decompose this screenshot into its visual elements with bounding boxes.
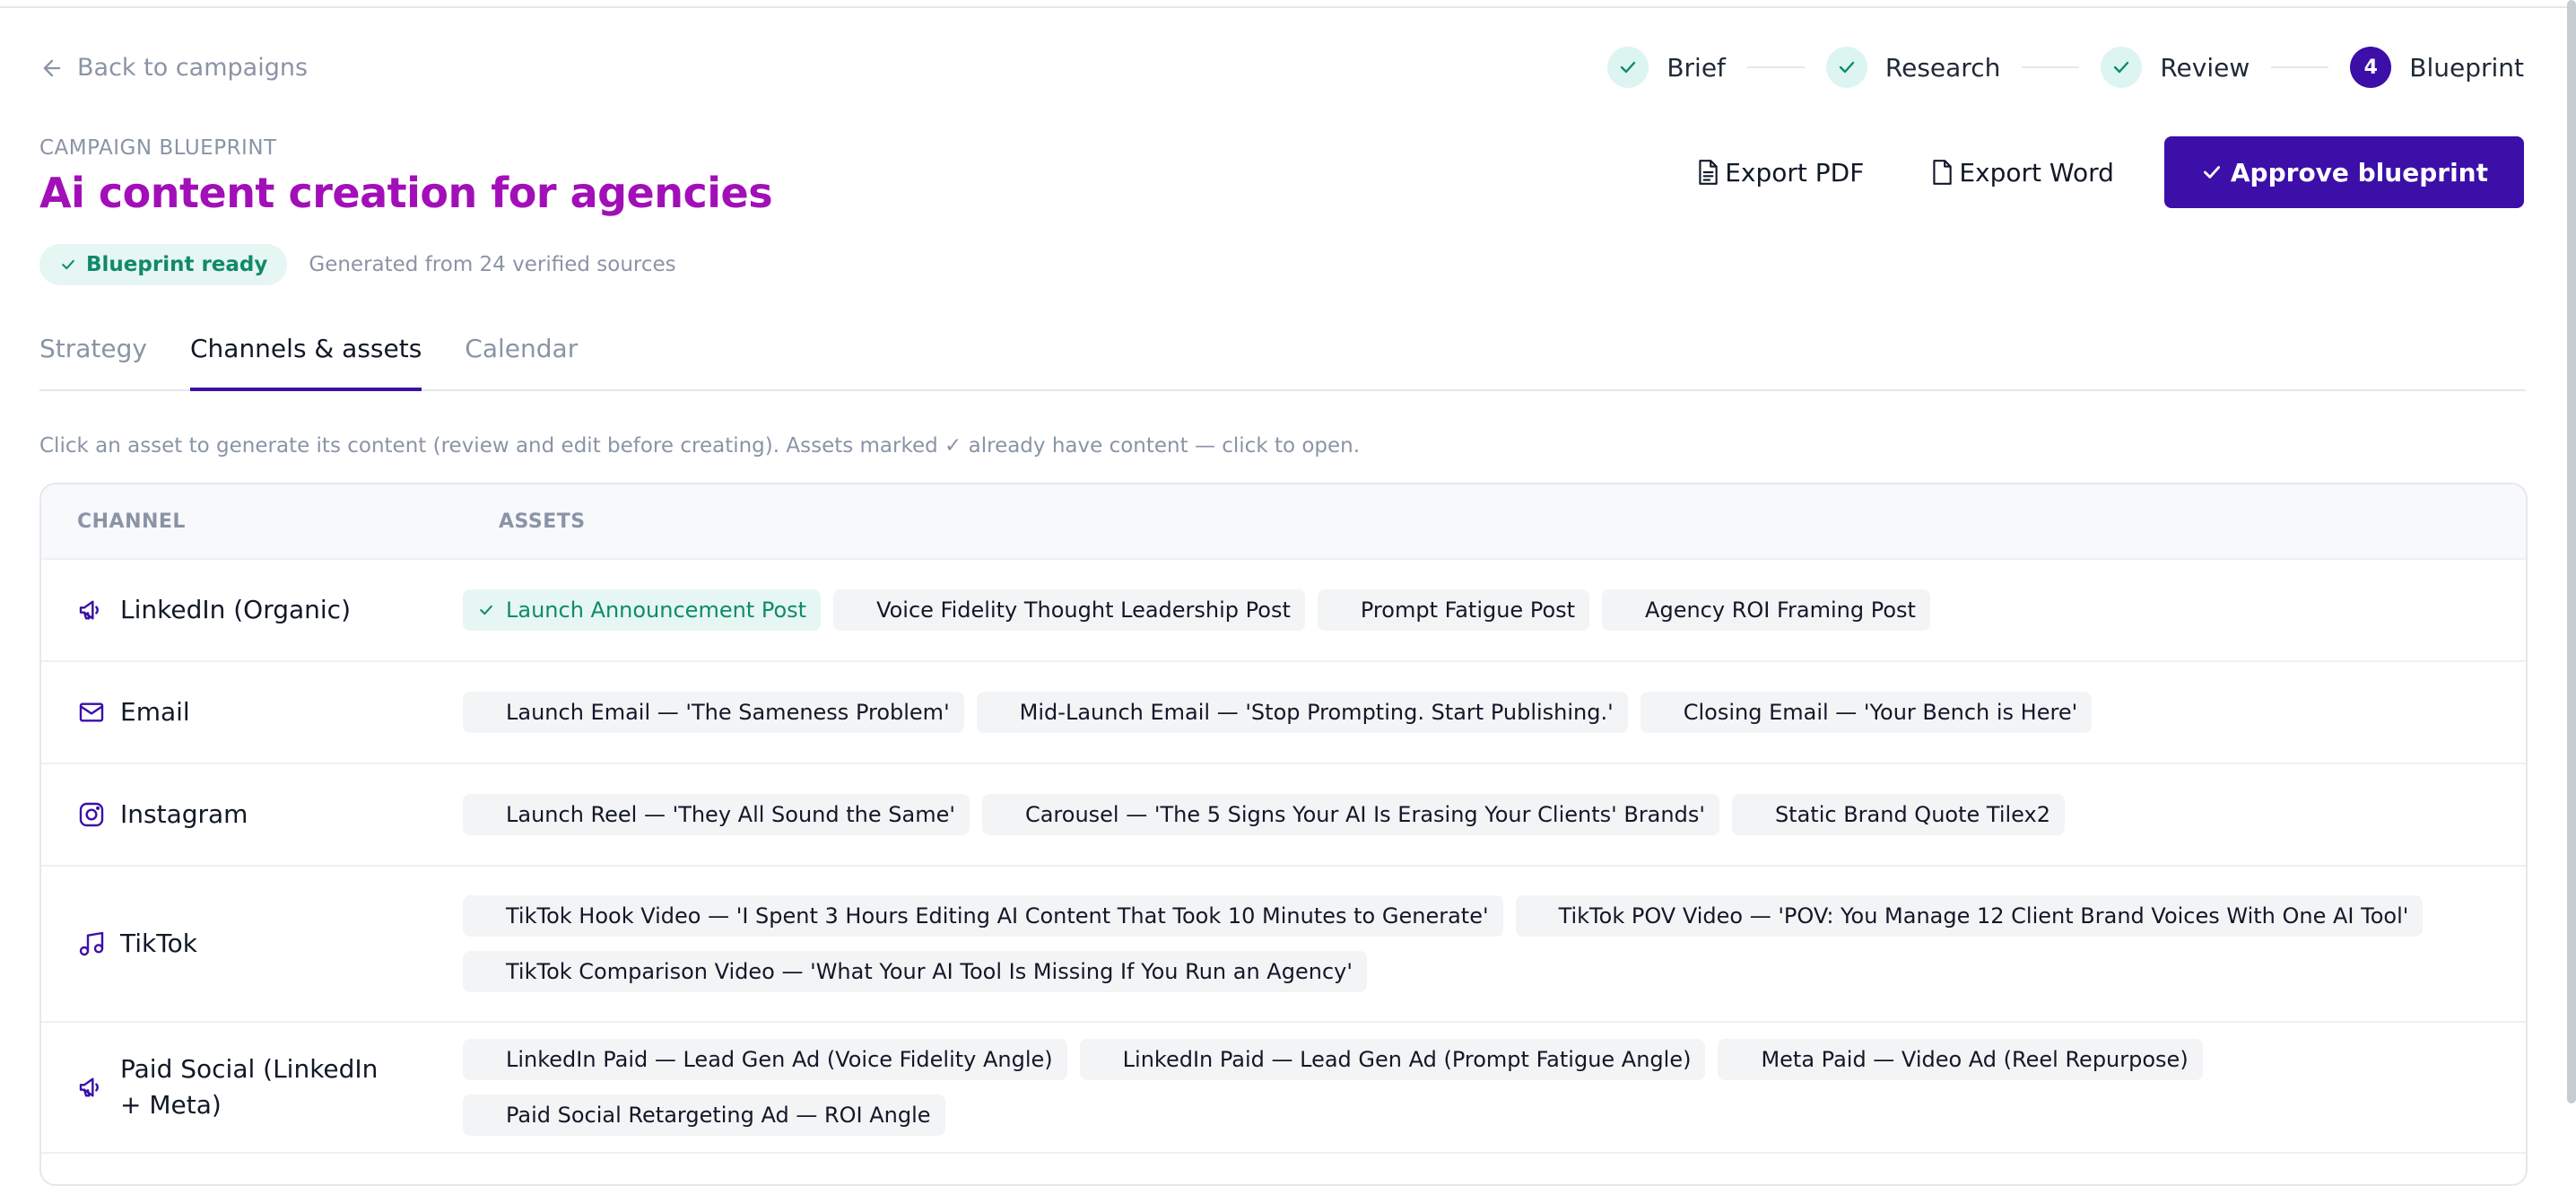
asset-list: LinkedIn Paid — Lead Gen Ad (Voice Fidel… [427,1039,2490,1136]
export-word-button[interactable]: Export Word [1914,136,2130,208]
channel-name: LinkedIn (Organic) [120,595,352,624]
page-scrollbar[interactable] [2567,0,2576,1103]
top-border [0,0,2576,8]
asset-chip[interactable]: Static Brand Quote Tilex2 [1731,794,2065,835]
export-word-label: Export Word [1959,157,2114,187]
step-connector [1746,66,1805,68]
step-connector [2271,66,2329,68]
asset-chip[interactable]: LinkedIn Paid — Lead Gen Ad (Prompt Fati… [1079,1039,1706,1080]
asset-chip[interactable]: Mid-Launch Email — 'Stop Prompting. Star… [976,692,1628,733]
check-icon [62,259,74,270]
page-eyebrow: CAMPAIGN BLUEPRINT [39,136,277,160]
table-row: TikTok TikTok Hook Video — 'I Spent 3 Ho… [41,867,2526,1023]
channel-name: Instagram [120,799,248,829]
column-header-channel: CHANNEL [77,510,186,533]
back-to-campaigns-link[interactable]: Back to campaigns [39,54,308,82]
megaphone-icon [79,600,99,620]
asset-chip[interactable]: Closing Email — 'Your Bench is Here' [1640,692,2093,733]
asset-chip[interactable]: TikTok Hook Video — 'I Spent 3 Hours Edi… [463,895,1503,937]
step-brief[interactable]: Brief [1607,47,1726,88]
tab-bar: Strategy Channels & assets Calendar [39,327,2526,391]
asset-chip[interactable]: Launch Email — 'The Sameness Problem' [463,692,964,733]
asset-chip[interactable]: Launch Announcement Post [463,589,822,631]
step-brief-check-icon [1607,47,1649,88]
asset-chip[interactable]: TikTok POV Video — 'POV: You Manage 12 C… [1515,895,2424,937]
mail-icon [79,702,104,722]
step-blueprint[interactable]: 4 Blueprint [2350,47,2524,88]
asset-list: TikTok Hook Video — 'I Spent 3 Hours Edi… [427,895,2490,992]
check-icon [2203,166,2220,179]
channels-assets-table: CHANNEL ASSETS LinkedIn (Organic) Launch… [39,483,2528,1186]
check-icon [480,605,492,615]
megaphone-icon [79,1077,99,1097]
asset-chip[interactable]: Carousel — 'The 5 Signs Your AI Is Erasi… [981,794,1719,835]
asset-chip[interactable]: Paid Social Retargeting Ad — ROI Angle [463,1094,945,1136]
status-badge: Blueprint ready [39,244,288,285]
instructions-text: Click an asset to generate its content (… [39,434,1361,458]
approve-label: Approve blueprint [2230,157,2488,187]
status-badge-label: Blueprint ready [86,253,268,276]
tab-calendar[interactable]: Calendar [465,327,578,388]
asset-chip[interactable]: Prompt Fatigue Post [1317,589,1590,631]
asset-chip[interactable]: Meta Paid — Video Ad (Reel Repurpose) [1718,1039,2203,1080]
channel-cell: TikTok [41,926,427,962]
channel-cell: LinkedIn (Organic) [41,592,427,628]
table-header: CHANNEL ASSETS [41,484,2526,560]
page-title: Ai content creation for agencies [39,169,773,217]
step-label: Research [1884,52,2001,83]
file-icon [1933,160,1953,185]
step-research-check-icon [1825,47,1867,88]
asset-label: Launch Announcement Post [506,597,807,623]
step-review[interactable]: Review [2101,47,2250,88]
table-row: LinkedIn (Organic) Launch Announcement P… [41,560,2526,662]
asset-chip[interactable]: TikTok Comparison Video — 'What Your AI … [463,951,1367,992]
channel-name: TikTok [120,929,197,958]
channel-name: Email [120,697,190,727]
step-label: Blueprint [2409,52,2524,83]
instagram-icon [79,802,104,827]
asset-list: Launch Reel — 'They All Sound the Same' … [427,794,2490,835]
asset-chip[interactable]: LinkedIn Paid — Lead Gen Ad (Voice Fidel… [463,1039,1067,1080]
step-research[interactable]: Research [1825,47,2001,88]
asset-list: Launch Email — 'The Sameness Problem' Mi… [427,692,2490,733]
arrow-left-icon [43,59,61,76]
asset-list: Launch Announcement Post Voice Fidelity … [427,589,2490,631]
table-row: Paid Social (LinkedIn + Meta) LinkedIn P… [41,1023,2526,1154]
header-actions: Export PDF Export Word Approve blueprint [1680,136,2524,208]
export-pdf-button[interactable]: Export PDF [1680,136,1880,208]
status-row: Blueprint ready Generated from 24 verifi… [39,244,676,285]
channel-cell: Instagram [41,797,427,833]
step-label: Brief [1667,52,1726,83]
asset-chip[interactable]: Voice Fidelity Thought Leadership Post [833,589,1305,631]
channel-name: Paid Social (LinkedIn + Meta) [120,1054,379,1120]
table-row: Instagram Launch Reel — 'They All Sound … [41,764,2526,867]
file-text-icon [1699,160,1718,185]
back-label: Back to campaigns [77,54,309,82]
sources-text: Generated from 24 verified sources [309,253,676,276]
asset-chip[interactable]: Launch Reel — 'They All Sound the Same' [463,794,970,835]
channel-cell: Paid Social (LinkedIn + Meta) [41,1051,427,1123]
channel-cell: Email [41,694,427,730]
step-label: Review [2160,52,2250,83]
tab-channels-assets[interactable]: Channels & assets [189,327,422,391]
progress-stepper: Brief Research Review 4 Blueprint [1607,47,2524,88]
asset-chip[interactable]: Agency ROI Framing Post [1602,589,1930,631]
table-row: Email Launch Email — 'The Sameness Probl… [41,662,2526,764]
step-number: 4 [2350,47,2392,88]
approve-blueprint-button[interactable]: Approve blueprint [2163,136,2524,208]
step-connector [2022,66,2080,68]
export-pdf-label: Export PDF [1725,157,1865,187]
column-header-assets: ASSETS [499,510,586,533]
music-note-icon [79,931,104,956]
tab-strategy[interactable]: Strategy [39,327,147,388]
step-review-check-icon [2101,47,2143,88]
